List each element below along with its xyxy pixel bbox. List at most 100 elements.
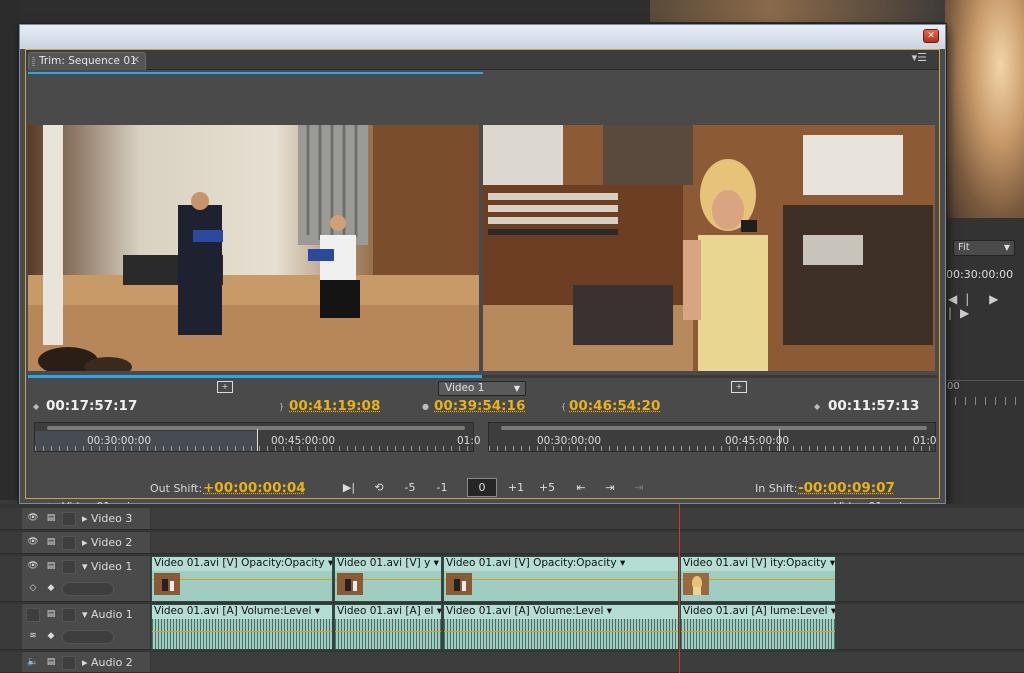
audio-clip[interactable]: Video 01.avi [A] Volume:Level ▾ xyxy=(151,604,333,650)
current-time-timecode[interactable]: 00:39:54:16 xyxy=(434,398,525,414)
lock-toggle[interactable] xyxy=(62,536,76,550)
go-to-next-edit-icon[interactable]: ⇥ xyxy=(600,480,620,496)
keyframe-icon[interactable]: ◇ xyxy=(26,582,40,596)
loop-icon[interactable]: ⟲ xyxy=(370,480,388,496)
out-point-timecode[interactable]: 00:41:19:08 xyxy=(289,398,380,414)
video-clip[interactable]: Video 01.avi [V] Opacity:Opacity ▾ xyxy=(443,556,679,602)
lock-toggle[interactable] xyxy=(62,608,76,622)
panel-menu-icon[interactable]: ▾☰ xyxy=(912,51,927,64)
chevron-down-icon: ▼ xyxy=(513,384,520,393)
track-header-audio-2[interactable]: 🔈 ▤ ▸ Audio 2 xyxy=(22,652,150,673)
trim-plus-5-button[interactable]: +5 xyxy=(538,480,556,496)
track-select-dropdown[interactable]: Video 1 ▼ xyxy=(438,381,526,396)
go-to-previous-edit-icon[interactable]: ⇤ xyxy=(571,480,591,496)
film-icon[interactable]: ▤ xyxy=(44,512,58,526)
track-header-video-1[interactable]: 👁 ▤ ▾ Video 1 ◇ ◆ xyxy=(22,556,150,602)
playback-progress-track xyxy=(482,375,937,378)
ruler-zoom-bar[interactable] xyxy=(501,426,927,430)
trim-video-area xyxy=(28,75,937,375)
keyframe-add-icon[interactable]: ◆ xyxy=(44,630,58,644)
program-transport-controls[interactable]: ◀| ▶ |▶ xyxy=(948,292,1024,320)
lock-toggle[interactable] xyxy=(62,560,76,574)
safe-margins-icon-left[interactable]: + xyxy=(217,381,233,393)
track-header-video-3[interactable]: 👁 ▤ ▸ Video 3 xyxy=(22,508,150,530)
in-point-timecode[interactable]: 00:46:54:20 xyxy=(569,398,660,414)
track-header-audio-1[interactable]: ▤ ▾ Audio 1 ≋ ◆ xyxy=(22,604,150,650)
track-gutter xyxy=(0,508,22,530)
trim-plus-1-button[interactable]: +1 xyxy=(507,480,525,496)
track-name: ▸ Video 3 xyxy=(82,512,133,525)
speaker-icon[interactable]: 🔈 xyxy=(26,656,40,670)
focus-indicator xyxy=(28,72,483,74)
safe-margins-icon-right[interactable]: + xyxy=(731,381,747,393)
keyframe-add-icon[interactable]: ◆ xyxy=(44,582,58,596)
track-lane-audio-1[interactable]: Video 01.avi [A] Volume:Level ▾ Video 01… xyxy=(151,604,1024,650)
out-shift-value[interactable]: +00:00:00:04 xyxy=(203,480,306,496)
video-clip[interactable]: Video 01.avi [V] y ▾ xyxy=(334,556,442,602)
video-clip[interactable]: Video 01.avi [V] ity:Opacity ▾ xyxy=(680,556,836,602)
keyframe-navigator[interactable] xyxy=(62,630,114,644)
clip-label: Video 01.avi [A] el ▾ xyxy=(335,605,442,619)
program-monitor-video xyxy=(945,0,1024,218)
close-window-button[interactable]: ✕ xyxy=(923,29,939,43)
clip-label: Video 01.avi [V] Opacity:Opacity ▾ xyxy=(444,557,678,571)
volume-line[interactable] xyxy=(152,631,332,632)
track-lane-video-3[interactable] xyxy=(151,508,1024,530)
close-tab-icon[interactable]: ✕ xyxy=(132,53,140,69)
track-gutter xyxy=(0,532,22,554)
lock-toggle[interactable] xyxy=(62,656,76,670)
clip-label: Video 01.avi [V] y ▾ xyxy=(335,557,441,571)
audio-clip[interactable]: Video 01.avi [A] Volume:Level ▾ xyxy=(443,604,679,650)
eye-icon[interactable]: 👁 xyxy=(26,512,40,526)
left-panel-edge xyxy=(0,0,20,500)
tab-label: Trim: Sequence 01 xyxy=(39,55,137,67)
clip-label: Video 01.avi [A] Volume:Level ▾ xyxy=(152,605,332,619)
speaker-icon[interactable]: ▤ xyxy=(44,608,58,622)
eye-icon[interactable]: 👁 xyxy=(26,536,40,550)
outgoing-clip-frame[interactable] xyxy=(28,125,479,371)
track-lane-video-1[interactable]: Video 01.avi [V] Opacity:Opacity ▾ Video… xyxy=(151,556,1024,602)
zoom-fit-dropdown[interactable]: Fit ▼ xyxy=(953,240,1015,256)
trim-window: ✕ Trim: Sequence 01 ✕ ▾☰ + Video 1 ▼ + ◆… xyxy=(19,24,946,513)
volume-line[interactable] xyxy=(335,631,441,632)
audio-clip[interactable]: Video 01.avi [A] lume:Level ▾ xyxy=(680,604,836,650)
mute-toggle[interactable] xyxy=(26,608,40,622)
timeline-playhead[interactable] xyxy=(679,504,680,673)
in-shift-value[interactable]: -00:00:09:07 xyxy=(798,480,895,496)
clip-body xyxy=(444,571,678,601)
trim-frames-input[interactable]: 0 xyxy=(467,478,497,497)
ruler-zoom-bar[interactable] xyxy=(47,426,465,430)
sync-icon[interactable]: ▤ xyxy=(44,656,58,670)
program-monitor-thumbnail xyxy=(650,0,950,22)
trim-minus-5-button[interactable]: -5 xyxy=(402,480,418,496)
incoming-clip-frame[interactable] xyxy=(483,125,935,371)
film-icon[interactable]: ▤ xyxy=(44,560,58,574)
video-clip[interactable]: Video 01.avi [V] Opacity:Opacity ▾ xyxy=(151,556,333,602)
volume-line[interactable] xyxy=(681,631,835,632)
out-shift-label: Out Shift: xyxy=(150,482,203,495)
ruler-ticks xyxy=(35,446,473,451)
eye-icon[interactable]: 👁 xyxy=(26,560,40,574)
keyframe-navigator[interactable] xyxy=(62,582,114,596)
out-point-icon: } xyxy=(279,402,285,411)
track-gutter xyxy=(0,604,22,650)
trim-minus-1-button[interactable]: -1 xyxy=(434,480,450,496)
waveform-icon[interactable]: ≋ xyxy=(26,630,40,644)
audio-clip[interactable]: Video 01.avi [A] el ▾ xyxy=(334,604,442,650)
tab-trim-sequence[interactable]: Trim: Sequence 01 ✕ xyxy=(28,52,146,70)
incoming-time-ruler[interactable]: 00:30:00:00 00:45:00:00 01:0 xyxy=(488,422,937,452)
opacity-line[interactable] xyxy=(444,579,678,580)
clip-label: Video 01.avi [A] Volume:Level ▾ xyxy=(444,605,678,619)
track-header-video-2[interactable]: 👁 ▤ ▸ Video 2 xyxy=(22,532,150,554)
track-gutter xyxy=(0,652,22,673)
volume-line[interactable] xyxy=(444,631,678,632)
track-lane-audio-2[interactable] xyxy=(151,652,1024,673)
play-edit-icon[interactable]: ▶| xyxy=(339,480,359,496)
window-title-bar[interactable]: ✕ xyxy=(20,25,945,49)
timeline-ruler-fragment[interactable]: 00 xyxy=(945,380,1024,408)
clip-thumbnail xyxy=(337,573,363,595)
track-lane-video-2[interactable] xyxy=(151,532,1024,554)
film-icon[interactable]: ▤ xyxy=(44,536,58,550)
lock-toggle[interactable] xyxy=(62,512,76,526)
outgoing-time-ruler[interactable]: 00:30:00:00 00:45:00:00 01:0 xyxy=(34,422,481,452)
